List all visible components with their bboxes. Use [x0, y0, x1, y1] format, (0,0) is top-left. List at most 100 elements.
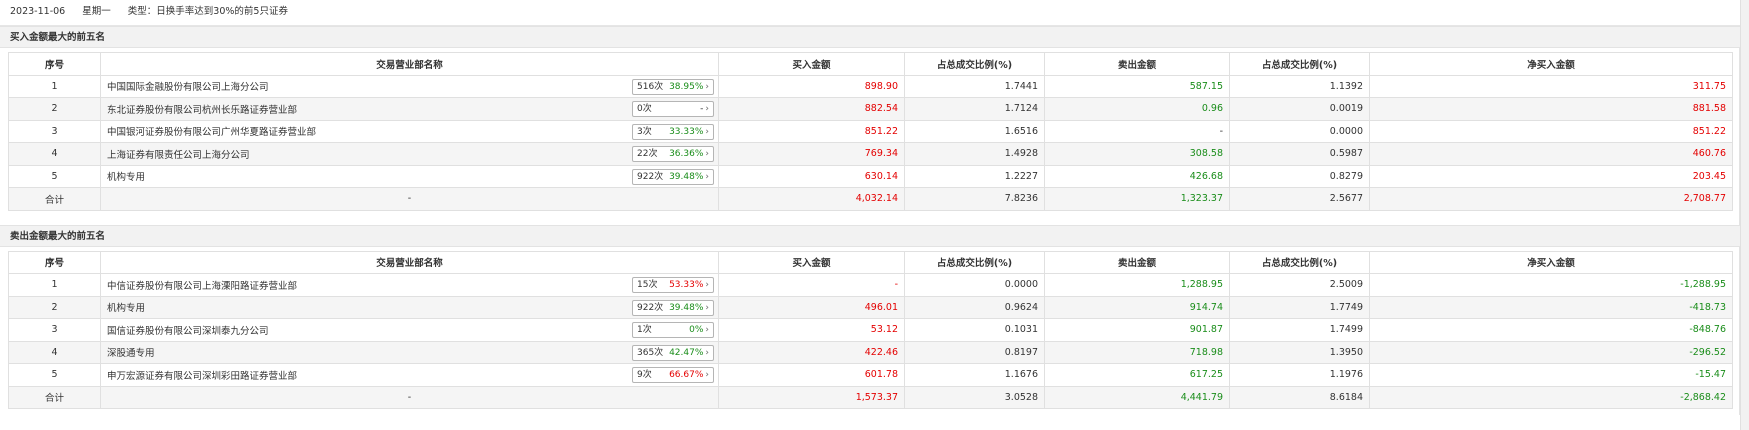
- table-header-row: 序号 交易营业部名称 买入金额 占总成交比例(%) 卖出金额 占总成交比例(%) 净买入金额: [8, 250, 1733, 274]
- column-header: 序号: [8, 52, 101, 76]
- buy-amount: 601.78: [718, 363, 905, 387]
- win-rate-group: 39.48% ›: [669, 170, 709, 184]
- sell-ratio: 0.5987: [1229, 142, 1370, 166]
- win-rate-group: 33.33% ›: [669, 125, 709, 139]
- broker-stats-button[interactable]: 1次 0% ›: [632, 322, 714, 338]
- appearance-count: 516次: [637, 81, 664, 92]
- broker-cell: 中国银河证券股份有限公司广州华夏路证券营业部 3次 33.33% ›: [100, 119, 719, 143]
- appearance-count: 9次: [637, 370, 652, 380]
- column-header: 占总成交比例(%): [904, 52, 1045, 76]
- broker-name[interactable]: 申万宏源证券有限公司深圳彩田路证券营业部: [107, 371, 297, 382]
- column-header: 占总成交比例(%): [1229, 52, 1370, 76]
- column-header: 买入金额: [718, 250, 905, 274]
- sell-amount: 914.74: [1044, 295, 1230, 319]
- total-sell: 4,441.79: [1044, 385, 1230, 409]
- buy-amount: 851.22: [718, 119, 905, 143]
- broker-name[interactable]: 机构专用: [107, 172, 145, 183]
- total-net: 2,708.77: [1369, 187, 1733, 211]
- total-buy: 4,032.14: [718, 187, 905, 211]
- broker-cell: 机构专用 922次 39.48% ›: [100, 164, 719, 188]
- broker-stats-button[interactable]: 0次 - ›: [632, 101, 714, 117]
- sell-amount: 617.25: [1044, 363, 1230, 387]
- table-row: 5 机构专用 922次 39.48% › 630.14 1.2227 426.68 0.8279…: [8, 164, 1733, 188]
- buy-ratio: 1.2227: [904, 164, 1045, 188]
- sell-ratio: 1.1392: [1229, 74, 1370, 98]
- chevron-right-icon: ›: [705, 126, 709, 137]
- broker-stats-button[interactable]: 9次 66.67% ›: [632, 367, 714, 383]
- appearance-count: 365次: [637, 347, 664, 358]
- chevron-right-icon: ›: [705, 280, 709, 290]
- broker-name[interactable]: 机构专用: [107, 303, 145, 314]
- sell-amount: 0.96: [1044, 97, 1230, 121]
- vertical-scrollbar[interactable]: [1740, 0, 1749, 430]
- net-amount: -15.47: [1369, 363, 1733, 387]
- buy-ratio: 1.1676: [904, 363, 1045, 387]
- sell-amount: 587.15: [1044, 74, 1230, 98]
- broker-name[interactable]: 中信证券股份有限公司上海溧阳路证券营业部: [107, 281, 297, 292]
- sell-amount: 308.58: [1044, 142, 1230, 166]
- chevron-right-icon: ›: [705, 149, 709, 159]
- win-rate-group: 66.67% ›: [669, 368, 709, 382]
- net-amount: 851.22: [1369, 119, 1733, 143]
- broker-stats-button[interactable]: 365次 42.47% ›: [632, 344, 714, 361]
- buy-table: 序号 交易营业部名称 买入金额 占总成交比例(%) 卖出金额 占总成交比例(%) 净买入金额…: [8, 52, 1733, 211]
- broker-stats-button[interactable]: 922次 39.48% ›: [632, 299, 714, 316]
- buy-amount: 630.14: [718, 164, 905, 188]
- win-rate-group: 0% ›: [689, 323, 709, 337]
- broker-name[interactable]: 东北证券股份有限公司杭州长乐路证券营业部: [107, 105, 297, 116]
- column-header: 交易营业部名称: [100, 250, 719, 274]
- table-row: 2 东北证券股份有限公司杭州长乐路证券营业部 0次 - › 882.54 1.7124 0.9…: [8, 97, 1733, 121]
- sell-ratio: 0.8279: [1229, 164, 1370, 188]
- net-amount: -1,288.95: [1369, 273, 1733, 297]
- net-amount: 203.45: [1369, 164, 1733, 188]
- total-sell-ratio: 8.6184: [1229, 385, 1370, 409]
- sell-ratio: 2.5009: [1229, 273, 1370, 297]
- broker-stats-button[interactable]: 22次 36.36% ›: [632, 146, 714, 162]
- sell-ratio: 1.1976: [1229, 363, 1370, 387]
- chevron-right-icon: ›: [705, 325, 709, 335]
- column-header: 买入金额: [718, 52, 905, 76]
- table-row: 3 国信证券股份有限公司深圳泰九分公司 1次 0% › 53.12 0.1031 901.87…: [8, 318, 1733, 342]
- broker-name[interactable]: 上海证券有限责任公司上海分公司: [107, 150, 250, 161]
- broker-name[interactable]: 中国国际金融股份有限公司上海分公司: [107, 82, 269, 93]
- total-row: 合计 -4,032.14 7.8236 1,323.37 2.5677 2,708.77: [8, 187, 1733, 211]
- broker-name[interactable]: 中国银河证券股份有限公司广州华夏路证券营业部: [107, 127, 316, 138]
- table-row: 1 中国国际金融股份有限公司上海分公司 516次 38.95% › 898.90 1.744…: [8, 74, 1733, 98]
- buy-section: 序号 交易营业部名称 买入金额 占总成交比例(%) 卖出金额 占总成交比例(%) 净买入金额…: [0, 48, 1740, 217]
- broker-stats-button[interactable]: 3次 33.33% ›: [632, 123, 714, 140]
- broker-name[interactable]: 国信证券股份有限公司深圳泰九分公司: [107, 326, 269, 337]
- buy-amount: 422.46: [718, 340, 905, 364]
- broker-stats-button[interactable]: 516次 38.95% ›: [632, 78, 714, 95]
- broker-stats-button[interactable]: 922次 39.48% ›: [632, 168, 714, 185]
- broker-cell: 申万宏源证券有限公司深圳彩田路证券营业部 9次 66.67% ›: [100, 363, 719, 387]
- sell-ratio: 1.7499: [1229, 318, 1370, 342]
- appearance-count: 0次: [637, 104, 652, 114]
- sell-amount: 426.68: [1044, 164, 1230, 188]
- net-amount: 881.58: [1369, 97, 1733, 121]
- chevron-right-icon: ›: [705, 171, 709, 182]
- buy-ratio: 1.4928: [904, 142, 1045, 166]
- table-row: 4 深股通专用 365次 42.47% › 422.46 0.8197 718.98 1.395…: [8, 340, 1733, 364]
- row-index: 3: [8, 318, 101, 342]
- sell-section: 序号 交易营业部名称 买入金额 占总成交比例(%) 卖出金额 占总成交比例(%) 净买入金额…: [0, 246, 1740, 415]
- column-header: 净买入金额: [1369, 250, 1733, 274]
- win-rate: 38.95%: [669, 81, 704, 92]
- total-broker: -: [100, 187, 719, 211]
- net-amount: -418.73: [1369, 295, 1733, 319]
- broker-stats-button[interactable]: 15次 53.33% ›: [632, 277, 714, 293]
- column-header: 卖出金额: [1044, 250, 1230, 274]
- net-amount: -848.76: [1369, 318, 1733, 342]
- table-row: 5 申万宏源证券有限公司深圳彩田路证券营业部 9次 66.67% › 601.78 1.16…: [8, 363, 1733, 387]
- sell-amount: 1,288.95: [1044, 273, 1230, 297]
- row-index: 1: [8, 273, 101, 297]
- net-amount: 460.76: [1369, 142, 1733, 166]
- broker-name[interactable]: 深股通专用: [107, 348, 155, 359]
- total-sell-ratio: 2.5677: [1229, 187, 1370, 211]
- chevron-right-icon: ›: [705, 104, 709, 114]
- column-header: 占总成交比例(%): [1229, 250, 1370, 274]
- buy-ratio: 0.0000: [904, 273, 1045, 297]
- table-header-row: 序号 交易营业部名称 买入金额 占总成交比例(%) 卖出金额 占总成交比例(%) 净买入金额: [8, 52, 1733, 76]
- total-label: 合计: [8, 385, 101, 409]
- column-header: 序号: [8, 250, 101, 274]
- win-rate: -: [700, 104, 704, 114]
